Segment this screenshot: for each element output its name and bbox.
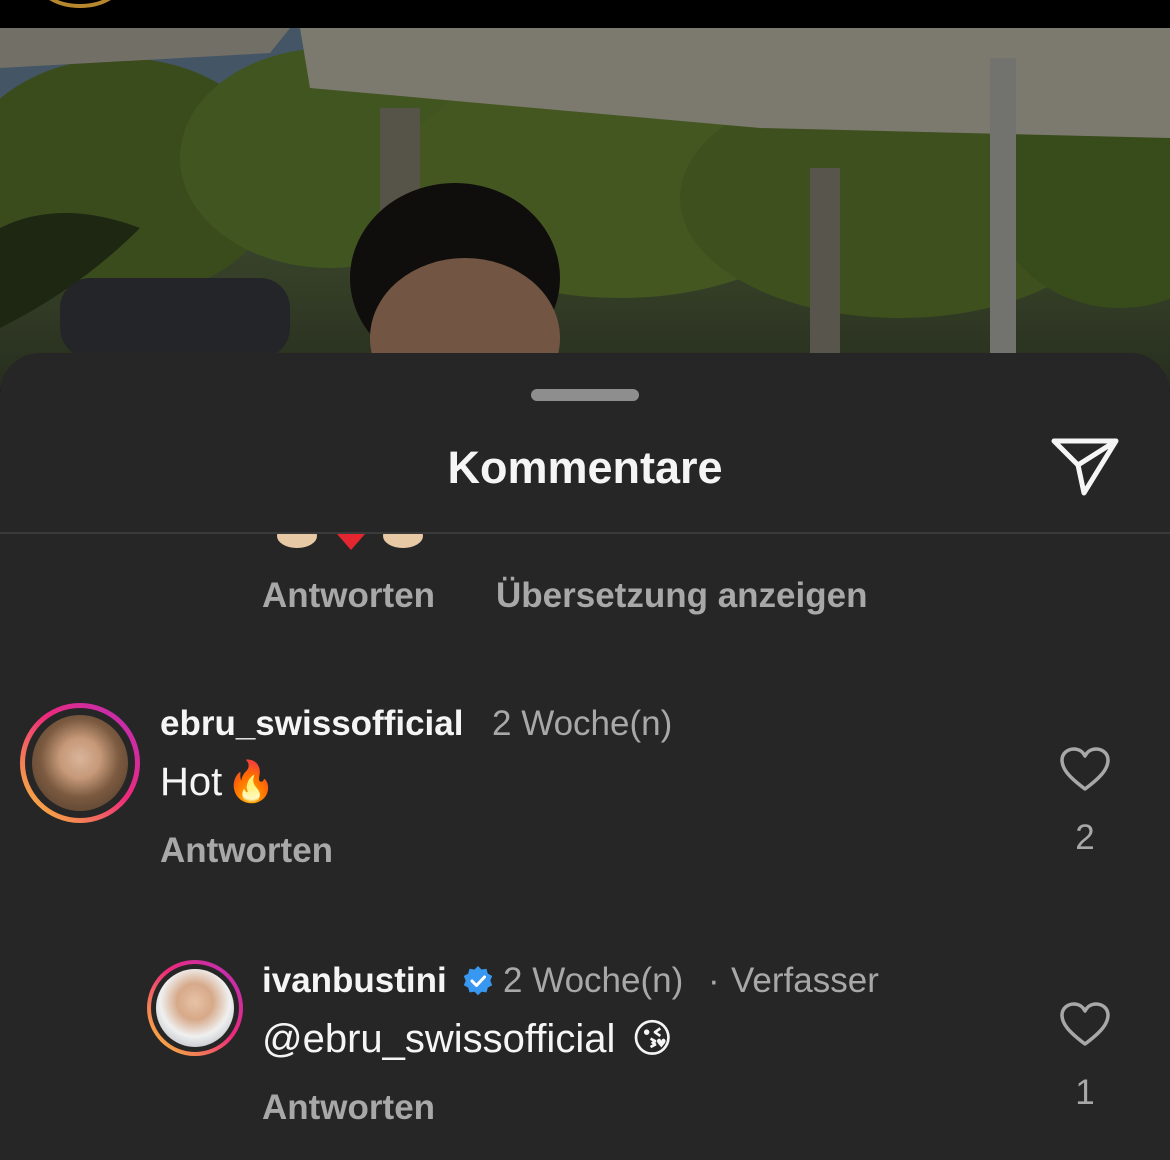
- header-divider: [0, 532, 1170, 534]
- heart-icon[interactable]: [1059, 1001, 1111, 1047]
- comment-timestamp: 2 Woche(n): [492, 704, 673, 743]
- sheet-grabber-handle[interactable]: [531, 389, 639, 401]
- avatar-photo: [32, 715, 128, 811]
- mention-link[interactable]: @ebru_swissofficial: [262, 1017, 615, 1061]
- previous-comment-reply-button[interactable]: Antworten: [262, 575, 435, 617]
- kiss-emoji: 😘: [631, 1017, 674, 1061]
- top-bar: [0, 0, 1170, 28]
- reply-button[interactable]: Antworten: [262, 1087, 435, 1129]
- reply-button[interactable]: Antworten: [160, 830, 333, 872]
- comment-text-body: Hot: [160, 760, 223, 804]
- comment-text: Hot 🔥: [160, 758, 276, 806]
- comment-username[interactable]: ebru_swissofficial: [160, 703, 463, 745]
- previous-comment-emojis: [275, 534, 435, 554]
- avatar[interactable]: [147, 960, 243, 1056]
- avatar[interactable]: [20, 703, 140, 823]
- like-count: 1: [1075, 1073, 1095, 1112]
- photo-dim-overlay: [0, 28, 1170, 388]
- like-count: 2: [1075, 818, 1095, 857]
- avatar-photo: [156, 969, 234, 1047]
- post-image: [0, 28, 1170, 388]
- fire-emoji: 🔥: [226, 760, 277, 804]
- comment-text: @ebru_swissofficial 😘: [262, 1015, 673, 1063]
- comments-sheet: Kommentare Antworten Übersetzung anzeige…: [0, 353, 1170, 1160]
- screen: Kommentare Antworten Übersetzung anzeige…: [0, 0, 1170, 1160]
- author-label: Verfasser: [731, 961, 879, 1000]
- sheet-title: Kommentare: [447, 442, 723, 493]
- verified-badge-icon: [462, 965, 494, 997]
- heart-icon[interactable]: [1059, 746, 1111, 792]
- comment-timestamp: 2 Woche(n): [503, 961, 684, 1000]
- paper-plane-icon[interactable]: [1050, 435, 1122, 499]
- comment-username[interactable]: ivanbustini: [262, 960, 447, 1002]
- translate-button[interactable]: Übersetzung anzeigen: [496, 575, 867, 617]
- story-avatar-ring[interactable]: [38, 0, 122, 8]
- meta-separator: ·: [708, 961, 720, 1000]
